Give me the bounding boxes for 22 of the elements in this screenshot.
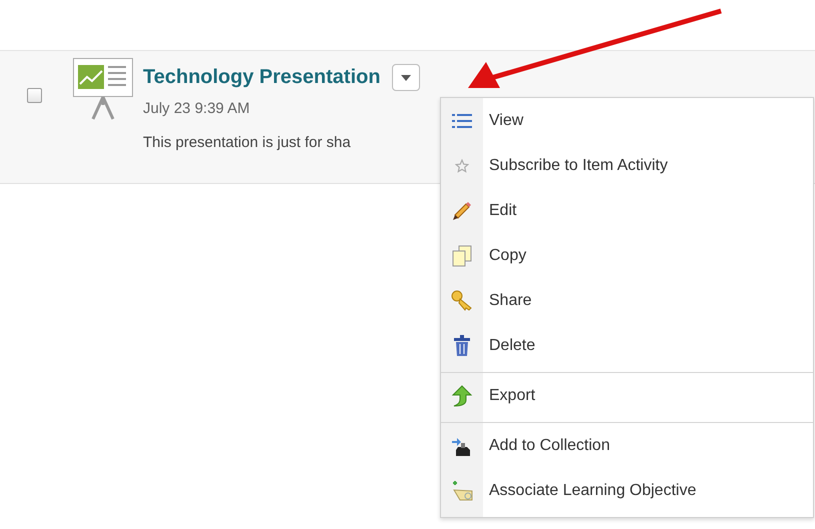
select-checkbox[interactable] <box>27 88 42 103</box>
trash-icon <box>453 334 471 356</box>
item-description: This presentation is just for sha <box>143 134 352 151</box>
menu-item[interactable]: Add to Collection <box>441 422 813 468</box>
menu-item[interactable]: Subscribe to Item Activity <box>441 143 813 188</box>
presentation-thumbnail-icon <box>73 58 133 120</box>
menu-item[interactable]: Associate Learning Objective <box>441 468 813 513</box>
item-date: July 23 9:39 AM <box>143 100 251 117</box>
copy-icon <box>451 244 473 266</box>
menu-item[interactable]: Export <box>441 372 813 418</box>
item-title-link[interactable]: Technology Presentation <box>143 66 380 89</box>
menu-item[interactable]: Copy <box>441 233 813 278</box>
up-arrow-icon <box>451 384 473 406</box>
pencil-icon <box>451 200 473 222</box>
star-icon <box>455 158 469 172</box>
menu-item[interactable]: View <box>441 98 813 143</box>
menu-item[interactable]: Delete <box>441 323 813 368</box>
menu-item[interactable]: Share <box>441 278 813 323</box>
caret-icon <box>401 74 412 80</box>
list-icon <box>452 112 472 128</box>
actions-dropdown-button[interactable] <box>392 64 420 91</box>
menu-item[interactable]: Edit <box>441 188 813 233</box>
